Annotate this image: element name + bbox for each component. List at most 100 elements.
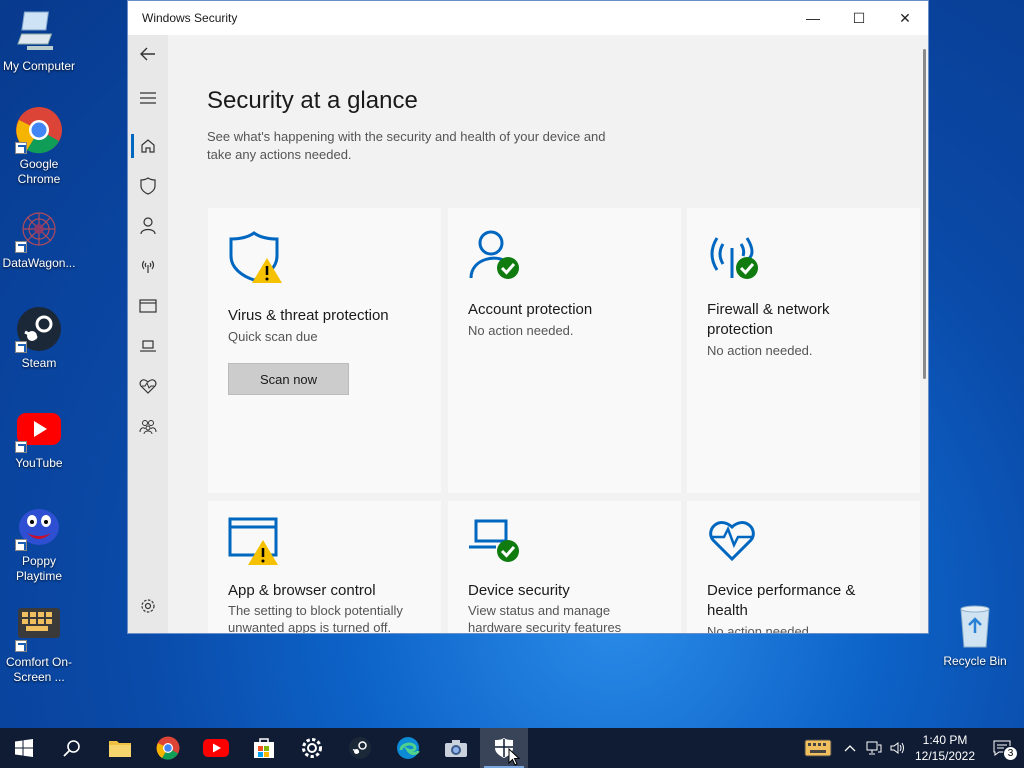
chrome-icon [15, 106, 63, 154]
firewall-ok-icon [710, 237, 758, 279]
page-title: Security at a glance [207, 87, 418, 114]
tile-firewall-network[interactable]: Firewall & network protection No action … [687, 208, 920, 493]
heart-pulse-icon[interactable] [128, 371, 168, 401]
tile-desc: No action needed. [707, 624, 813, 633]
desktop-icon-my-computer[interactable]: My Computer [0, 8, 78, 74]
notification-center-icon[interactable]: 3 [980, 728, 1024, 768]
app-browser-icon[interactable] [128, 291, 168, 321]
clock-time: 1:40 PM [922, 733, 968, 747]
navigation-pane [128, 35, 168, 633]
desktop-icon-comfort-keyboard[interactable]: Comfort On-Screen ... [0, 604, 78, 685]
computer-icon [15, 8, 63, 56]
home-icon[interactable] [128, 131, 168, 161]
shield-icon[interactable] [128, 171, 168, 201]
tile-desc: View status and manage hardware security… [468, 603, 622, 633]
app-browser-warning-icon [228, 517, 278, 565]
window-title: Windows Security [142, 11, 238, 25]
maximize-button[interactable]: ☐ [836, 1, 882, 35]
steam-icon[interactable] [336, 728, 384, 768]
tile-desc: No action needed. [468, 323, 574, 338]
desktop-icon-steam[interactable]: Steam [0, 305, 78, 371]
shortcut-arrow-icon [15, 640, 27, 652]
touch-keyboard-icon[interactable] [798, 728, 838, 768]
tile-desc: No action needed. [707, 343, 813, 358]
desktop-icon-datawagon[interactable]: DataWagon... [0, 205, 78, 271]
heart-pulse-icon [709, 521, 755, 562]
minimize-button[interactable]: — [790, 1, 836, 35]
desktop-icon-label: Google Chrome [17, 157, 61, 186]
menu-icon[interactable] [128, 83, 168, 113]
settings-gear-icon[interactable] [128, 591, 168, 621]
clock-date: 12/15/2022 [914, 749, 976, 763]
file-explorer-icon[interactable] [96, 728, 144, 768]
clock[interactable]: 1:40 PM 12/15/2022 [910, 732, 980, 764]
page-subtitle: See what's happening with the security a… [207, 129, 606, 162]
main-content: Security at a glance See what's happenin… [168, 35, 928, 633]
family-icon[interactable] [128, 412, 168, 442]
desktop-icon-label: My Computer [2, 59, 76, 73]
poppy-playtime-icon [15, 503, 63, 551]
desktop-icon-google-chrome[interactable]: Google Chrome [0, 106, 78, 187]
youtube-icon[interactable] [192, 728, 240, 768]
desktop-icon-youtube[interactable]: YouTube [0, 405, 78, 471]
scan-now-button[interactable]: Scan now [228, 363, 349, 395]
tile-title: Virus & threat protection [228, 307, 389, 324]
edge-icon[interactable] [384, 728, 432, 768]
desktop-icon-label: Comfort On-Screen ... [5, 655, 72, 684]
desktop-icon-label: YouTube [15, 456, 63, 470]
keyboard-icon [15, 604, 63, 652]
youtube-icon [15, 405, 63, 453]
windows-security-icon[interactable] [480, 728, 528, 768]
shortcut-arrow-icon [15, 241, 27, 253]
start-icon[interactable] [0, 728, 48, 768]
close-button[interactable]: ✕ [882, 1, 928, 35]
settings-icon[interactable] [288, 728, 336, 768]
shortcut-arrow-icon [15, 539, 27, 551]
network-status-icon[interactable] [862, 728, 886, 768]
windows-security-window: Windows Security — ☐ ✕ Security at a gla… [127, 0, 929, 634]
tile-desc: The setting to block potentially unwante… [228, 603, 403, 633]
recycle-bin-icon [951, 603, 999, 651]
shortcut-arrow-icon [15, 341, 27, 353]
title-bar[interactable]: Windows Security — ☐ ✕ [128, 1, 928, 35]
search-icon[interactable] [48, 728, 96, 768]
store-icon[interactable] [240, 728, 288, 768]
desktop-icon-poppy-playtime[interactable]: Poppy Playtime [0, 503, 78, 584]
camera-icon[interactable] [432, 728, 480, 768]
shortcut-arrow-icon [15, 441, 27, 453]
person-icon[interactable] [128, 211, 168, 241]
system-tray: 1:40 PM 12/15/2022 3 [798, 728, 1024, 768]
steam-icon [15, 305, 63, 353]
window-controls: — ☐ ✕ [790, 1, 928, 35]
tile-title: Device performance & health [707, 582, 856, 619]
tile-device-performance-health[interactable]: Device performance & health No action ne… [687, 501, 920, 633]
chrome-icon[interactable] [144, 728, 192, 768]
mouse-cursor-icon [508, 748, 521, 766]
volume-icon[interactable] [886, 728, 910, 768]
scrollbar[interactable] [923, 49, 926, 379]
tile-title: Account protection [468, 301, 593, 318]
tile-title: App & browser control [228, 582, 376, 599]
shortcut-arrow-icon [15, 142, 27, 154]
tile-app-browser-control[interactable]: App & browser control The setting to blo… [208, 501, 441, 633]
taskbar: 1:40 PM 12/15/2022 3 [0, 728, 1024, 768]
desktop-icon-label: Steam [21, 356, 57, 370]
desktop-icon-label: DataWagon... [2, 256, 76, 270]
tile-account-protection[interactable]: Account protection No action needed. [448, 208, 681, 493]
account-ok-icon [469, 230, 519, 279]
desktop-icon-label: Recycle Bin [943, 654, 1007, 668]
shield-warning-icon [229, 231, 282, 283]
tile-virus-threat-protection[interactable]: Virus & threat protection Quick scan due… [208, 208, 441, 493]
tile-title: Device security [468, 582, 570, 599]
datawagon-icon [15, 205, 63, 253]
desktop-icon-label: Poppy Playtime [15, 554, 62, 583]
chevron-up-icon[interactable] [838, 728, 862, 768]
device-security-ok-icon [469, 519, 519, 562]
tile-desc: Quick scan due [228, 329, 318, 344]
network-icon[interactable] [128, 251, 168, 281]
laptop-icon[interactable] [128, 331, 168, 361]
back-arrow-icon[interactable] [128, 39, 168, 69]
desktop-icon-recycle-bin[interactable]: Recycle Bin [936, 603, 1014, 669]
tile-device-security[interactable]: Device security View status and manage h… [448, 501, 681, 633]
tile-title: Firewall & network protection [707, 301, 830, 338]
